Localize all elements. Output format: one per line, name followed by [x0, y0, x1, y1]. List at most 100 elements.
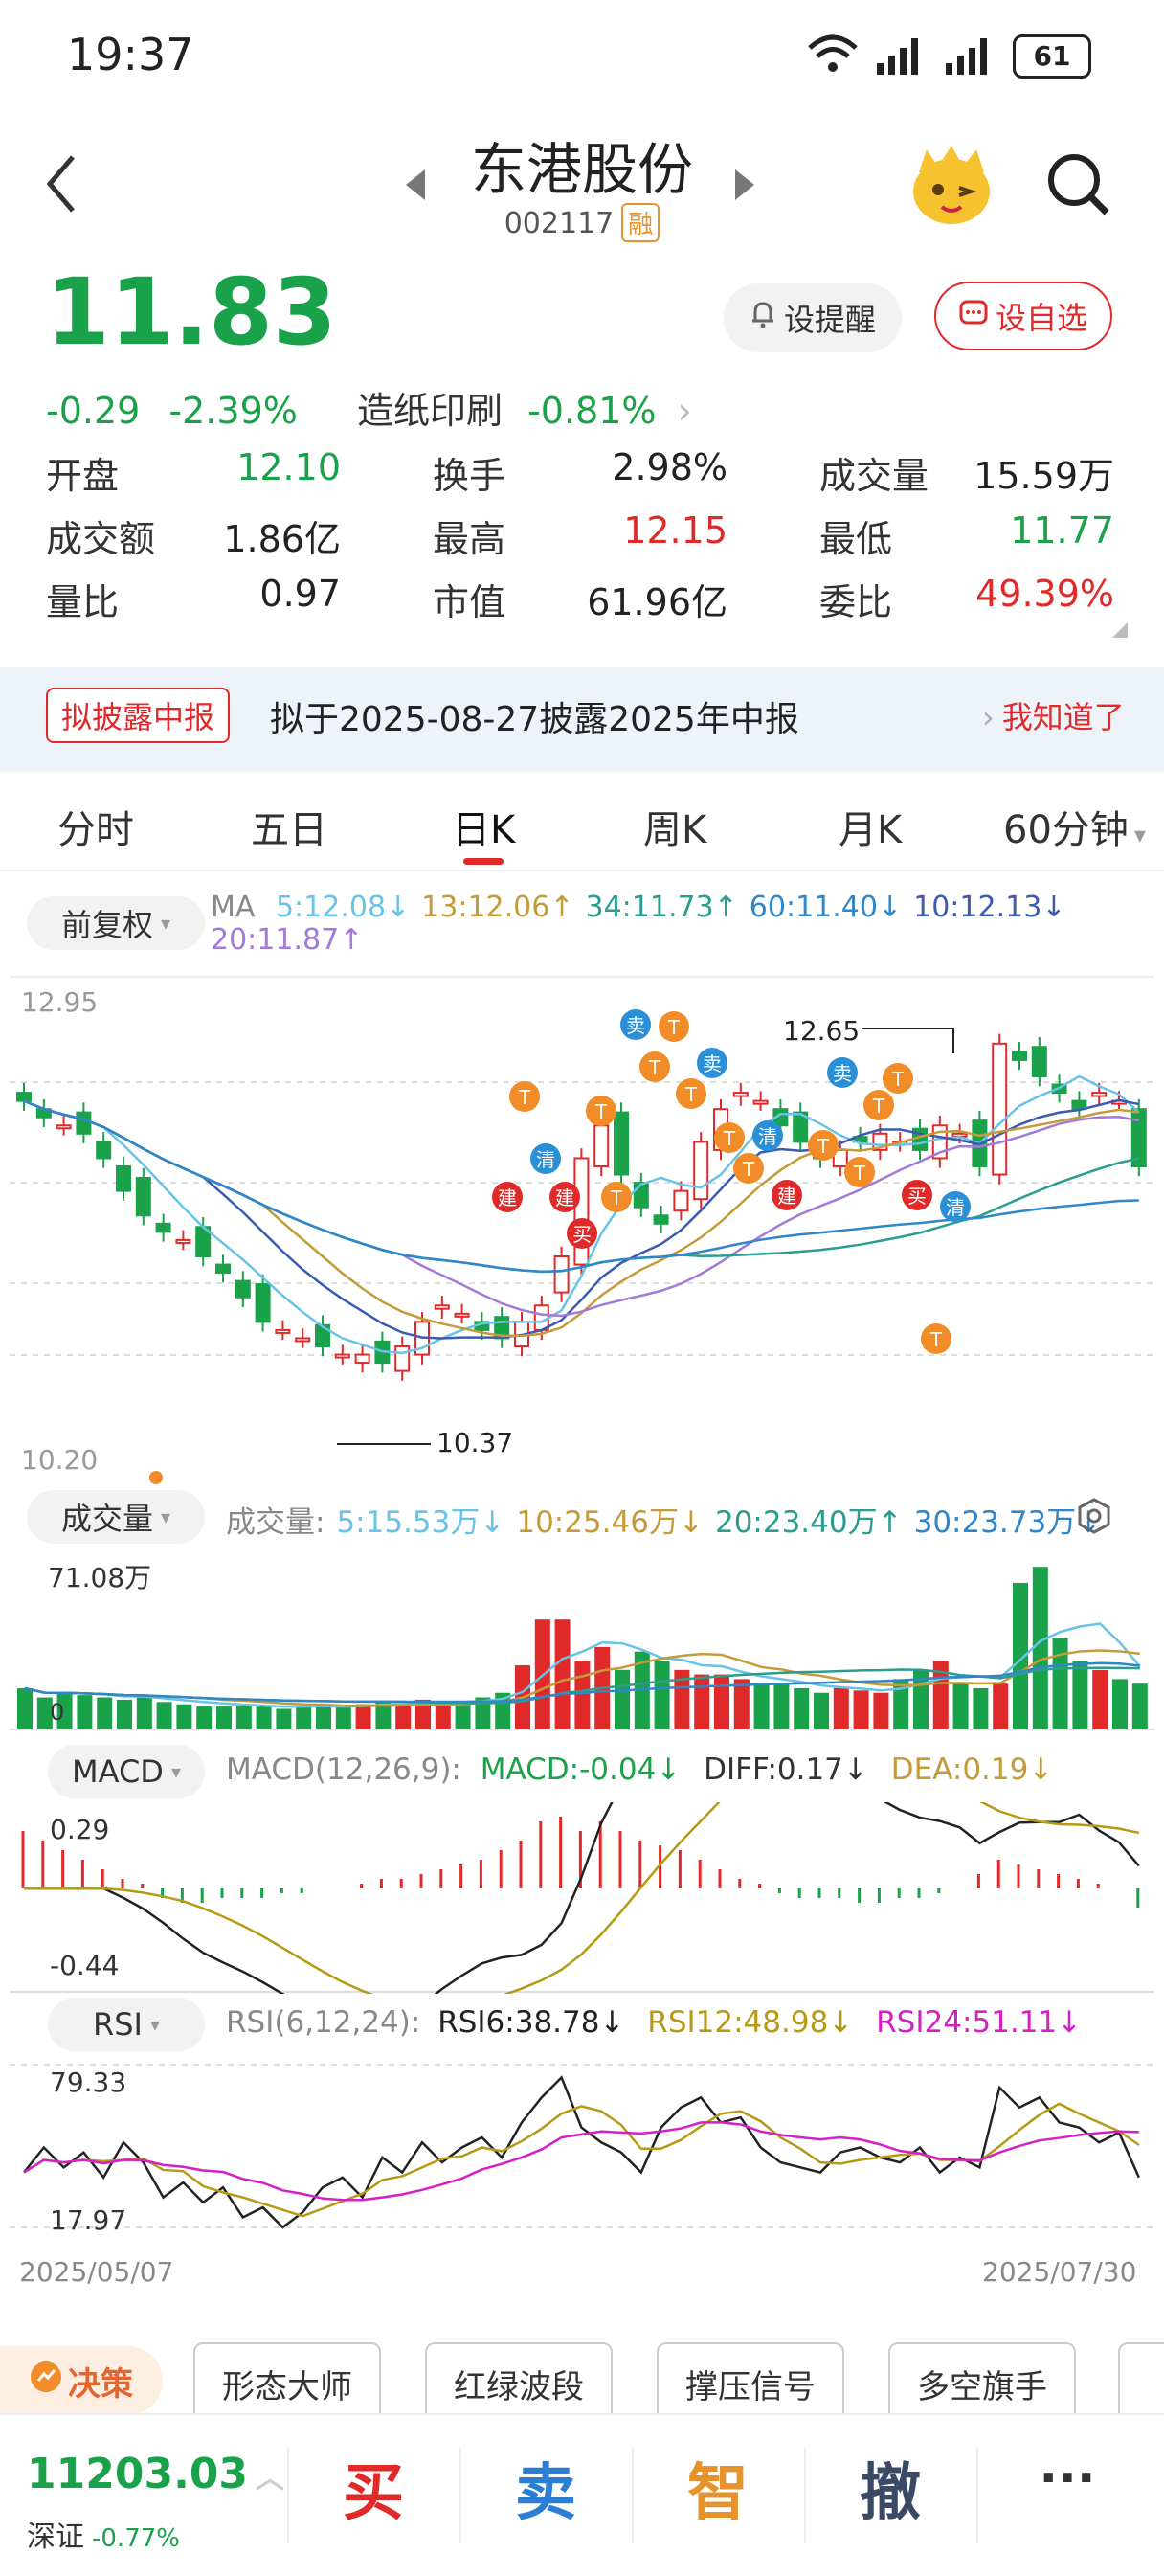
index-info: 深证 -0.77%: [27, 2513, 180, 2555]
stock-code-text: 002117: [504, 207, 615, 240]
volume-bar: [853, 1690, 869, 1729]
diff-value: DIFF:0.17↓: [704, 1752, 868, 1787]
status-bar: 19:37 61: [0, 0, 1164, 105]
tab-60min[interactable]: 60分钟 ▾: [1003, 799, 1146, 854]
volume-bar: [694, 1674, 710, 1729]
sell-button[interactable]: 卖: [459, 2444, 632, 2532]
buy-button[interactable]: 买: [287, 2444, 459, 2532]
candle: [693, 1141, 709, 1201]
search-icon[interactable]: [1045, 151, 1112, 222]
stat-value: 0.97: [259, 573, 341, 615]
stat-label: 委比: [819, 581, 893, 623]
date-end: 2025/07/30: [982, 2256, 1137, 2288]
tab-five-day[interactable]: 五日: [251, 799, 327, 854]
signal-badge-label: 买: [572, 1223, 592, 1246]
signal-badge-label: T: [817, 1135, 830, 1158]
index-value[interactable]: 11203.03 ︿: [27, 2450, 284, 2498]
cancel-order-button[interactable]: 撤: [804, 2444, 976, 2532]
mascot-icon[interactable]: [909, 144, 994, 232]
macd-chip-label: MACD: [72, 1753, 164, 1790]
volume-chart[interactable]: [0, 1548, 1164, 1739]
macd-chart[interactable]: [0, 1802, 1164, 1994]
tab-intraday[interactable]: 分时: [57, 799, 134, 854]
tab-60min-label: 60分钟: [1003, 808, 1129, 852]
set-alert-button[interactable]: 设提醒: [724, 283, 902, 352]
volume-chip-label: 成交量: [60, 1501, 153, 1537]
candle: [673, 1189, 689, 1212]
signal-badge-label: 清: [946, 1196, 965, 1219]
change-row: -0.29 -2.39% 造纸印刷 -0.81% ›: [46, 381, 692, 434]
candle: [1031, 1046, 1047, 1078]
adjust-select[interactable]: 前复权 ▾: [27, 896, 205, 950]
volume-bar: [355, 1704, 371, 1729]
volume-y-top: 71.08万: [48, 1562, 152, 1593]
candle: [255, 1283, 271, 1323]
volume-bar: [554, 1619, 571, 1729]
signal-badge-label: 建: [777, 1185, 796, 1208]
volume-bar: [794, 1687, 810, 1729]
volume-bar: [1112, 1679, 1128, 1729]
sector-name[interactable]: 造纸印刷: [357, 390, 503, 432]
settings-hexagon-icon[interactable]: [1076, 1498, 1112, 1538]
smart-button[interactable]: 智: [632, 2444, 804, 2532]
status-time: 19:37: [67, 29, 194, 80]
signal-badge-label: 卖: [626, 1014, 645, 1037]
rsi-select[interactable]: RSI ▾: [48, 1998, 205, 2051]
volume-bar: [1131, 1683, 1148, 1729]
candle: [732, 1092, 749, 1097]
bell-icon: [750, 300, 776, 336]
adjust-label: 前复权: [60, 907, 153, 943]
candle: [614, 1111, 629, 1176]
tab-weekly-k[interactable]: 周K: [643, 799, 706, 854]
volume-bar: [196, 1706, 213, 1729]
rsi-y-top: 79.33: [50, 2067, 127, 2098]
candle: [394, 1345, 411, 1372]
expand-corner-icon[interactable]: [1112, 622, 1128, 642]
volume-bar: [235, 1704, 252, 1729]
candle: [116, 1165, 131, 1192]
volume-bar: [77, 1695, 93, 1729]
more-button[interactable]: ···: [986, 2450, 1149, 2507]
signal-icon: [877, 36, 929, 79]
candlestick-chart[interactable]: 12.6510.37T清建 建买T卖 TT 卖TTT 清T建T卖TTT买 清T: [0, 967, 1164, 1475]
decision-icon: [30, 2361, 62, 2402]
candle: [175, 1238, 191, 1244]
tab-monthly-k[interactable]: 月K: [839, 799, 902, 854]
rsi-chart[interactable]: [0, 2055, 1164, 2243]
candle: [76, 1111, 92, 1135]
volume-bar: [455, 1702, 471, 1729]
stat-value: 2.98%: [612, 446, 728, 488]
candle: [593, 1124, 610, 1167]
candle: [434, 1304, 450, 1310]
tool-long-short-flag-label: 多空旗手: [917, 2367, 1047, 2407]
candle: [633, 1182, 649, 1209]
stat-value: 12.10: [236, 446, 341, 488]
volume-bar: [973, 1687, 989, 1729]
candle: [752, 1099, 769, 1105]
candle: [215, 1263, 231, 1275]
volume-bar: [435, 1702, 451, 1729]
candle: [295, 1337, 311, 1343]
notice-dismiss-label: 我知道了: [1001, 699, 1125, 735]
ma20-value: 20:11.87↑: [211, 923, 364, 957]
rsi-line: [23, 2075, 1140, 2229]
notice-dismiss-button[interactable]: › 我知道了: [982, 693, 1125, 737]
candle: [354, 1353, 370, 1365]
macd-select[interactable]: MACD ▾: [48, 1745, 205, 1798]
ma-legend: MA 5:12.08↓ 13:12.06↑ 34:11.73↑ 60:11.40↓ 10…: [211, 891, 1158, 924]
decision-button[interactable]: 决策: [0, 2346, 163, 2415]
quote-stats: 开盘 12.10 换手 2.98% 成交量 15.59万 成交额 1.86亿 最高 12.15 最低…: [46, 446, 1118, 638]
volume-bar: [1032, 1567, 1048, 1729]
index-name: 深证: [27, 2520, 84, 2554]
volume-bar: [256, 1706, 272, 1729]
volume-select[interactable]: 成交量 ▾: [27, 1490, 205, 1544]
trade-bar: 11203.03 ︿ 深证 -0.77% 买 卖 智 撤 ···: [0, 2413, 1164, 2576]
chat-dots-icon: [959, 298, 988, 334]
add-watchlist-button[interactable]: 设自选: [934, 282, 1112, 350]
index-value-text: 11203.03: [27, 2450, 249, 2498]
tab-daily-k[interactable]: 日K: [452, 799, 515, 854]
volume-bar: [156, 1702, 172, 1729]
signal-badge-label: 卖: [833, 1062, 852, 1085]
event-dot[interactable]: [149, 1471, 163, 1484]
battery-icon: 61: [1013, 34, 1091, 79]
